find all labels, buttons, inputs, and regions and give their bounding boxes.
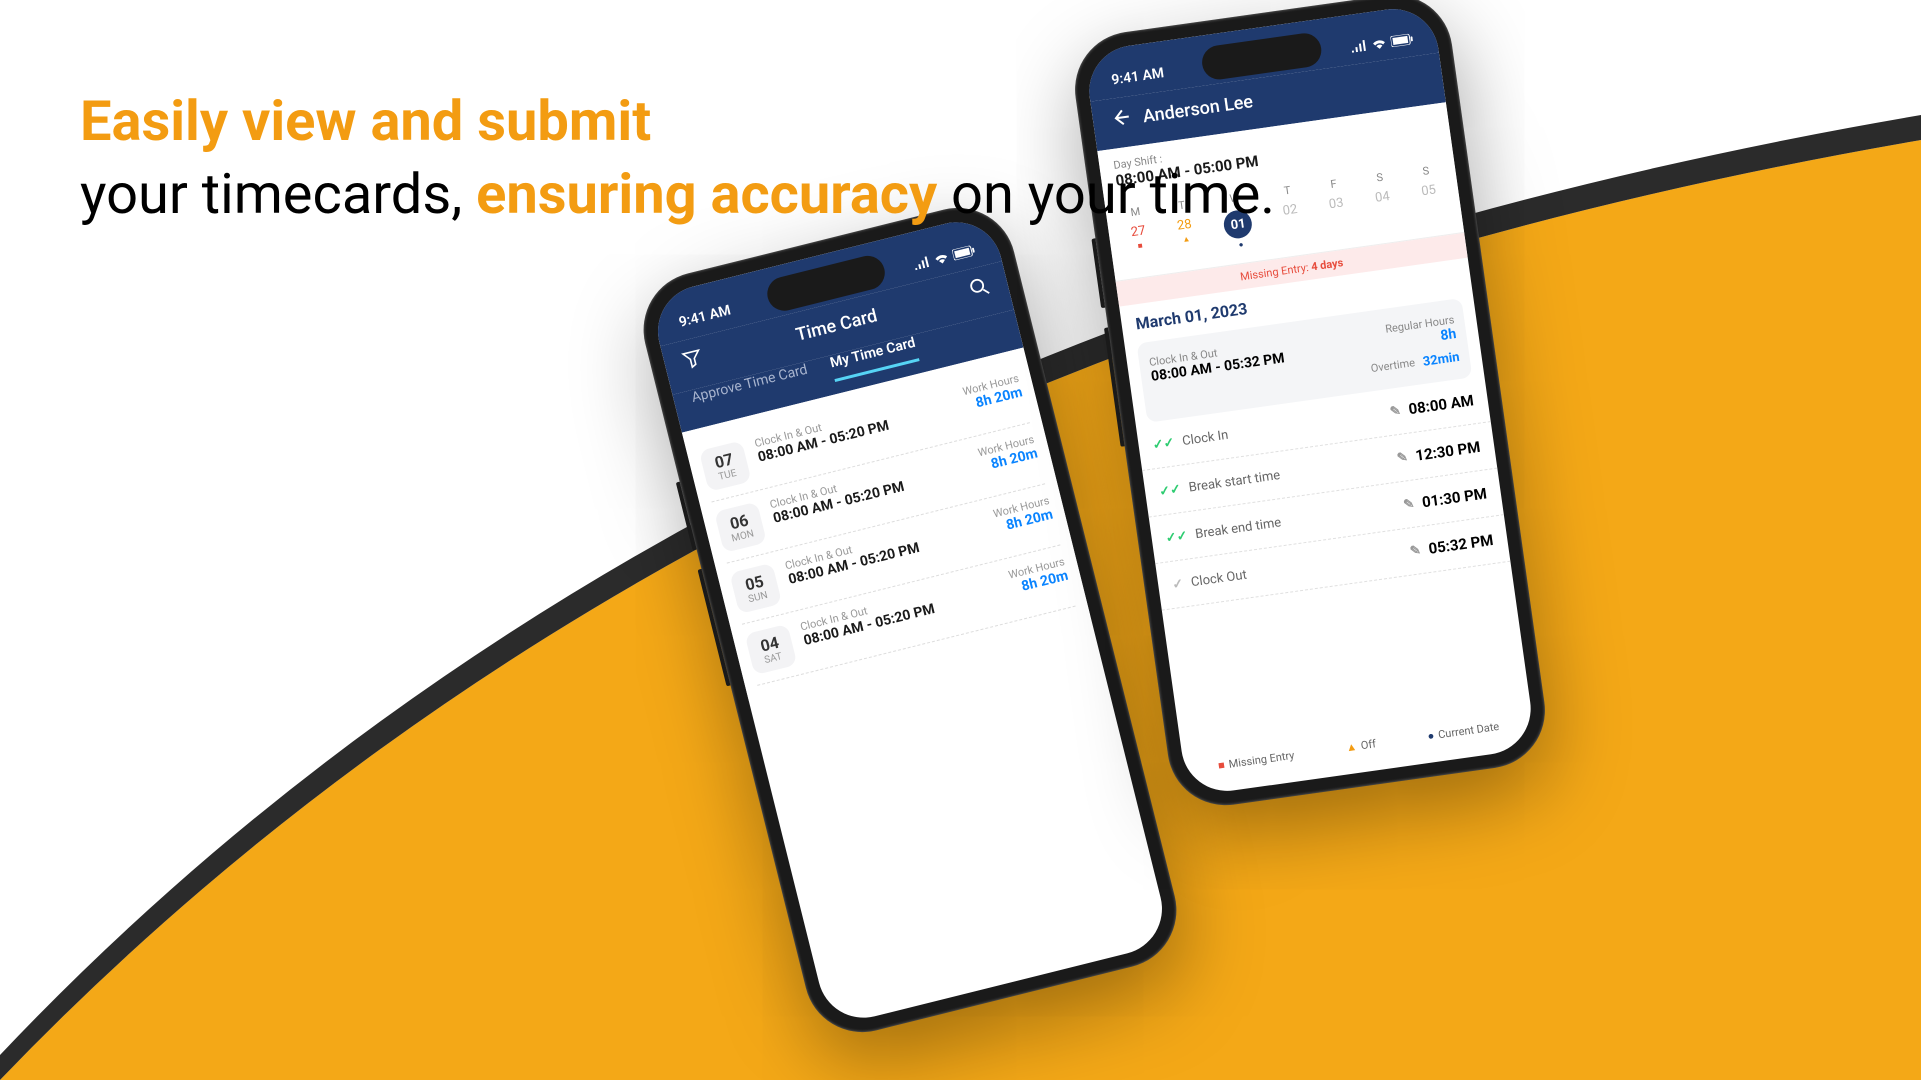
detail-time: 08:00 AM	[1407, 391, 1474, 418]
detail-time: 12:30 PM	[1414, 438, 1481, 465]
weekday-03[interactable]: F03	[1325, 177, 1348, 236]
status-time: 9:41 AM	[677, 302, 732, 330]
date-badge: 05SUN	[729, 563, 782, 614]
weekday-04[interactable]: S04	[1372, 170, 1395, 229]
headline-part-3: ensuring accuracy	[476, 161, 937, 227]
legend-off: ▲Off	[1345, 737, 1377, 754]
check-icon: ✓✓	[1152, 435, 1176, 453]
detail-label: Clock Out	[1190, 567, 1248, 590]
status-icons	[913, 244, 976, 270]
detail-label: Break start time	[1188, 467, 1281, 495]
headline-part-4: on your time.	[937, 161, 1275, 227]
legend-missing: ■Missing Entry	[1217, 749, 1295, 773]
detail-label: Break end time	[1194, 515, 1282, 542]
status-icons	[1350, 33, 1413, 53]
check-icon: ✓✓	[1158, 481, 1182, 499]
edit-icon[interactable]: ✎	[1389, 403, 1402, 419]
headline-part-1: Easily view and submit	[80, 88, 651, 154]
headline: Easily view and submit your timecards, e…	[80, 85, 1275, 231]
check-icon: ✓	[1171, 576, 1184, 592]
overtime-value: 32min	[1422, 350, 1461, 370]
search-icon[interactable]	[967, 275, 992, 303]
detail-time: 01:30 PM	[1421, 484, 1488, 511]
weekday-05[interactable]: S05	[1418, 164, 1441, 223]
weekday-02[interactable]: T02	[1279, 183, 1302, 242]
edit-icon[interactable]: ✎	[1402, 496, 1415, 512]
filter-icon[interactable]	[680, 347, 705, 375]
check-icon: ✓✓	[1165, 528, 1189, 546]
date-badge: 07TUE	[699, 440, 752, 491]
date-badge: 04SAT	[745, 624, 798, 675]
detail-label: Clock In	[1181, 427, 1229, 448]
edit-icon[interactable]: ✎	[1396, 450, 1409, 466]
legend-current: ●Current Date	[1427, 720, 1500, 743]
date-badge: 06MON	[714, 502, 767, 553]
headline-part-2: your timecards,	[80, 161, 476, 227]
overtime-label: Overtime	[1370, 356, 1416, 377]
edit-icon[interactable]: ✎	[1409, 543, 1422, 559]
detail-time: 05:32 PM	[1427, 531, 1494, 558]
